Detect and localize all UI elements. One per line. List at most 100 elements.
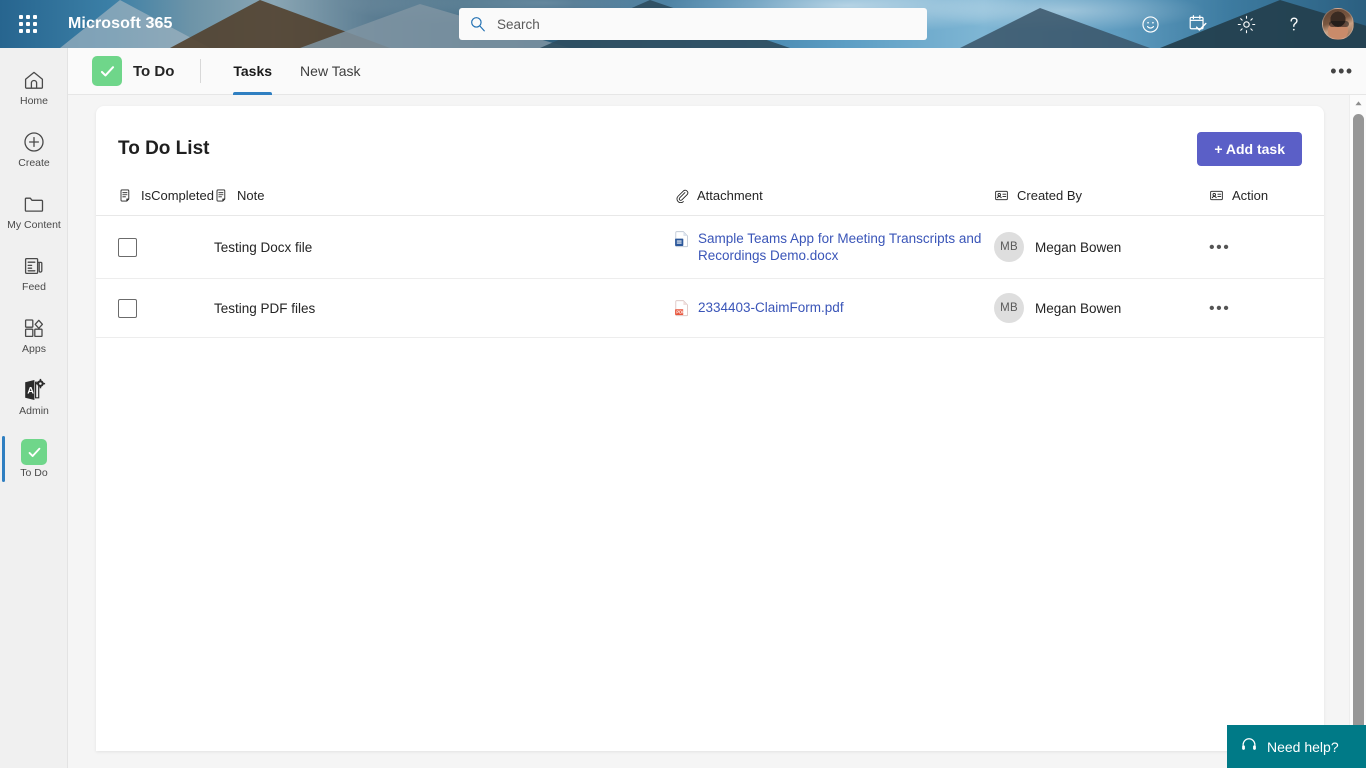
attachment-link[interactable]: 2334403-ClaimForm.pdf xyxy=(698,299,844,316)
need-help-button[interactable]: Need help? xyxy=(1227,725,1366,768)
to-do-list-card: To Do List + Add task IsCompleted Note A… xyxy=(96,106,1324,751)
sidebar-item-feed[interactable]: Feed xyxy=(0,242,68,304)
page-title: To Do List xyxy=(118,138,210,159)
content-area: To Do List + Add task IsCompleted Note A… xyxy=(68,95,1366,768)
svg-text:PDF: PDF xyxy=(676,310,685,315)
tab-new-task[interactable]: New Task xyxy=(286,48,374,95)
table-header: IsCompleted Note Attachment Created By A… xyxy=(96,188,1324,216)
column-header-label: Attachment xyxy=(697,188,763,203)
cell-note: Testing Docx file xyxy=(214,215,674,279)
row-overflow-menu-icon[interactable]: ••• xyxy=(1209,239,1230,256)
table-row[interactable]: Testing PDF files PDF 2334403-ClaimForm.… xyxy=(96,278,1324,338)
attachment-link[interactable]: Sample Teams App for Meeting Transcripts… xyxy=(698,230,994,264)
sidebar-item-apps[interactable]: Apps xyxy=(0,304,68,366)
tab-list: Tasks New Task xyxy=(219,48,374,95)
app-launcher-icon[interactable] xyxy=(12,8,44,40)
app-bar: To Do Tasks New Task ••• xyxy=(68,48,1366,95)
contact-card-icon xyxy=(1209,188,1224,203)
table-row[interactable]: Testing Docx file Sample Teams App for M… xyxy=(96,215,1324,279)
tasks-icon[interactable] xyxy=(1174,0,1222,48)
column-header-label: Created By xyxy=(1017,188,1083,203)
column-header-iscompleted[interactable]: IsCompleted xyxy=(96,188,214,216)
task-completed-checkbox[interactable] xyxy=(118,298,137,318)
cell-note: Testing PDF files xyxy=(214,278,674,338)
sidebar-item-label: Create xyxy=(18,157,50,170)
avatar[interactable] xyxy=(1322,8,1354,40)
sidebar-item-label: Home xyxy=(19,95,48,108)
sidebar-item-my-content[interactable]: My Content xyxy=(0,180,68,242)
search-icon xyxy=(469,15,487,33)
sidebar-item-label: Apps xyxy=(22,343,46,356)
feedback-icon[interactable] xyxy=(1126,0,1174,48)
cell-action: ••• xyxy=(1209,215,1324,279)
help-icon[interactable] xyxy=(1270,0,1318,48)
contact-card-icon xyxy=(994,188,1009,203)
note-icon xyxy=(118,188,133,203)
sidebar-item-to-do[interactable]: To Do xyxy=(0,428,68,490)
scroll-up-arrow-icon[interactable] xyxy=(1350,95,1366,112)
column-header-label: IsCompleted xyxy=(141,188,214,203)
search-box[interactable] xyxy=(459,8,927,40)
word-file-icon xyxy=(674,231,690,248)
tasks-table: IsCompleted Note Attachment Created By A… xyxy=(96,188,1324,338)
cell-iscompleted xyxy=(96,215,214,279)
sidebar-item-label: Admin xyxy=(19,405,49,418)
tab-tasks[interactable]: Tasks xyxy=(219,48,286,95)
search-input[interactable] xyxy=(497,16,897,32)
avatar: MB xyxy=(994,293,1024,323)
column-header-label: Note xyxy=(237,188,265,203)
created-by-name: Megan Bowen xyxy=(1035,300,1122,316)
todo-check-icon xyxy=(92,56,122,86)
cell-iscompleted xyxy=(96,278,214,338)
avatar: MB xyxy=(994,232,1024,262)
note-icon xyxy=(214,188,229,203)
sidebar-item-create[interactable]: Create xyxy=(0,118,68,180)
sidebar-item-label: My Content xyxy=(7,219,61,232)
created-by-name: Megan Bowen xyxy=(1035,239,1122,255)
column-header-action[interactable]: Action xyxy=(1209,188,1324,216)
app-name: To Do xyxy=(133,62,175,80)
cell-attachment: Sample Teams App for Meeting Transcripts… xyxy=(674,215,994,279)
column-header-attachment[interactable]: Attachment xyxy=(674,188,994,216)
feed-icon xyxy=(22,253,46,279)
app-identity[interactable]: To Do xyxy=(68,56,174,86)
header-actions xyxy=(1126,0,1360,48)
card-header: To Do List + Add task xyxy=(96,106,1324,166)
apps-icon xyxy=(22,315,46,341)
column-header-created-by[interactable]: Created By xyxy=(994,188,1209,216)
home-icon xyxy=(22,67,46,93)
divider xyxy=(200,59,202,83)
cell-created-by: MB Megan Bowen xyxy=(994,278,1209,338)
table-body: Testing Docx file Sample Teams App for M… xyxy=(96,215,1324,338)
headset-icon xyxy=(1240,736,1258,757)
sidebar-item-home[interactable]: Home xyxy=(0,56,68,118)
column-header-note[interactable]: Note xyxy=(214,188,674,216)
mountain-shape xyxy=(960,8,1150,48)
gear-icon[interactable] xyxy=(1222,0,1270,48)
admin-icon: A xyxy=(21,377,47,403)
task-completed-checkbox[interactable] xyxy=(118,237,137,257)
svg-text:A: A xyxy=(27,385,34,396)
plus-circle-icon xyxy=(22,129,46,155)
todo-check-icon xyxy=(21,439,47,466)
paperclip-icon xyxy=(674,188,689,204)
left-rail: Home Create My Content Feed Apps A Admin… xyxy=(0,48,68,768)
sidebar-item-label: To Do xyxy=(20,467,48,480)
add-task-button[interactable]: + Add task xyxy=(1197,132,1302,166)
sidebar-item-label: Feed xyxy=(22,281,46,294)
column-header-label: Action xyxy=(1232,188,1269,203)
top-header: Microsoft 365 xyxy=(0,0,1366,48)
cell-created-by: MB Megan Bowen xyxy=(994,215,1209,279)
cell-attachment: PDF 2334403-ClaimForm.pdf xyxy=(674,278,994,338)
app-overflow-menu-icon[interactable]: ••• xyxy=(1318,48,1366,95)
table-header-row: IsCompleted Note Attachment Created By A… xyxy=(96,188,1324,216)
folder-icon xyxy=(22,191,46,217)
need-help-label: Need help? xyxy=(1267,738,1339,755)
vertical-scrollbar[interactable] xyxy=(1349,95,1366,768)
brand-title[interactable]: Microsoft 365 xyxy=(68,0,172,48)
row-overflow-menu-icon[interactable]: ••• xyxy=(1209,300,1230,317)
cell-action: ••• xyxy=(1209,278,1324,338)
sidebar-item-admin[interactable]: A Admin xyxy=(0,366,68,428)
pdf-file-icon: PDF xyxy=(674,300,690,317)
scrollbar-thumb[interactable] xyxy=(1353,114,1364,730)
